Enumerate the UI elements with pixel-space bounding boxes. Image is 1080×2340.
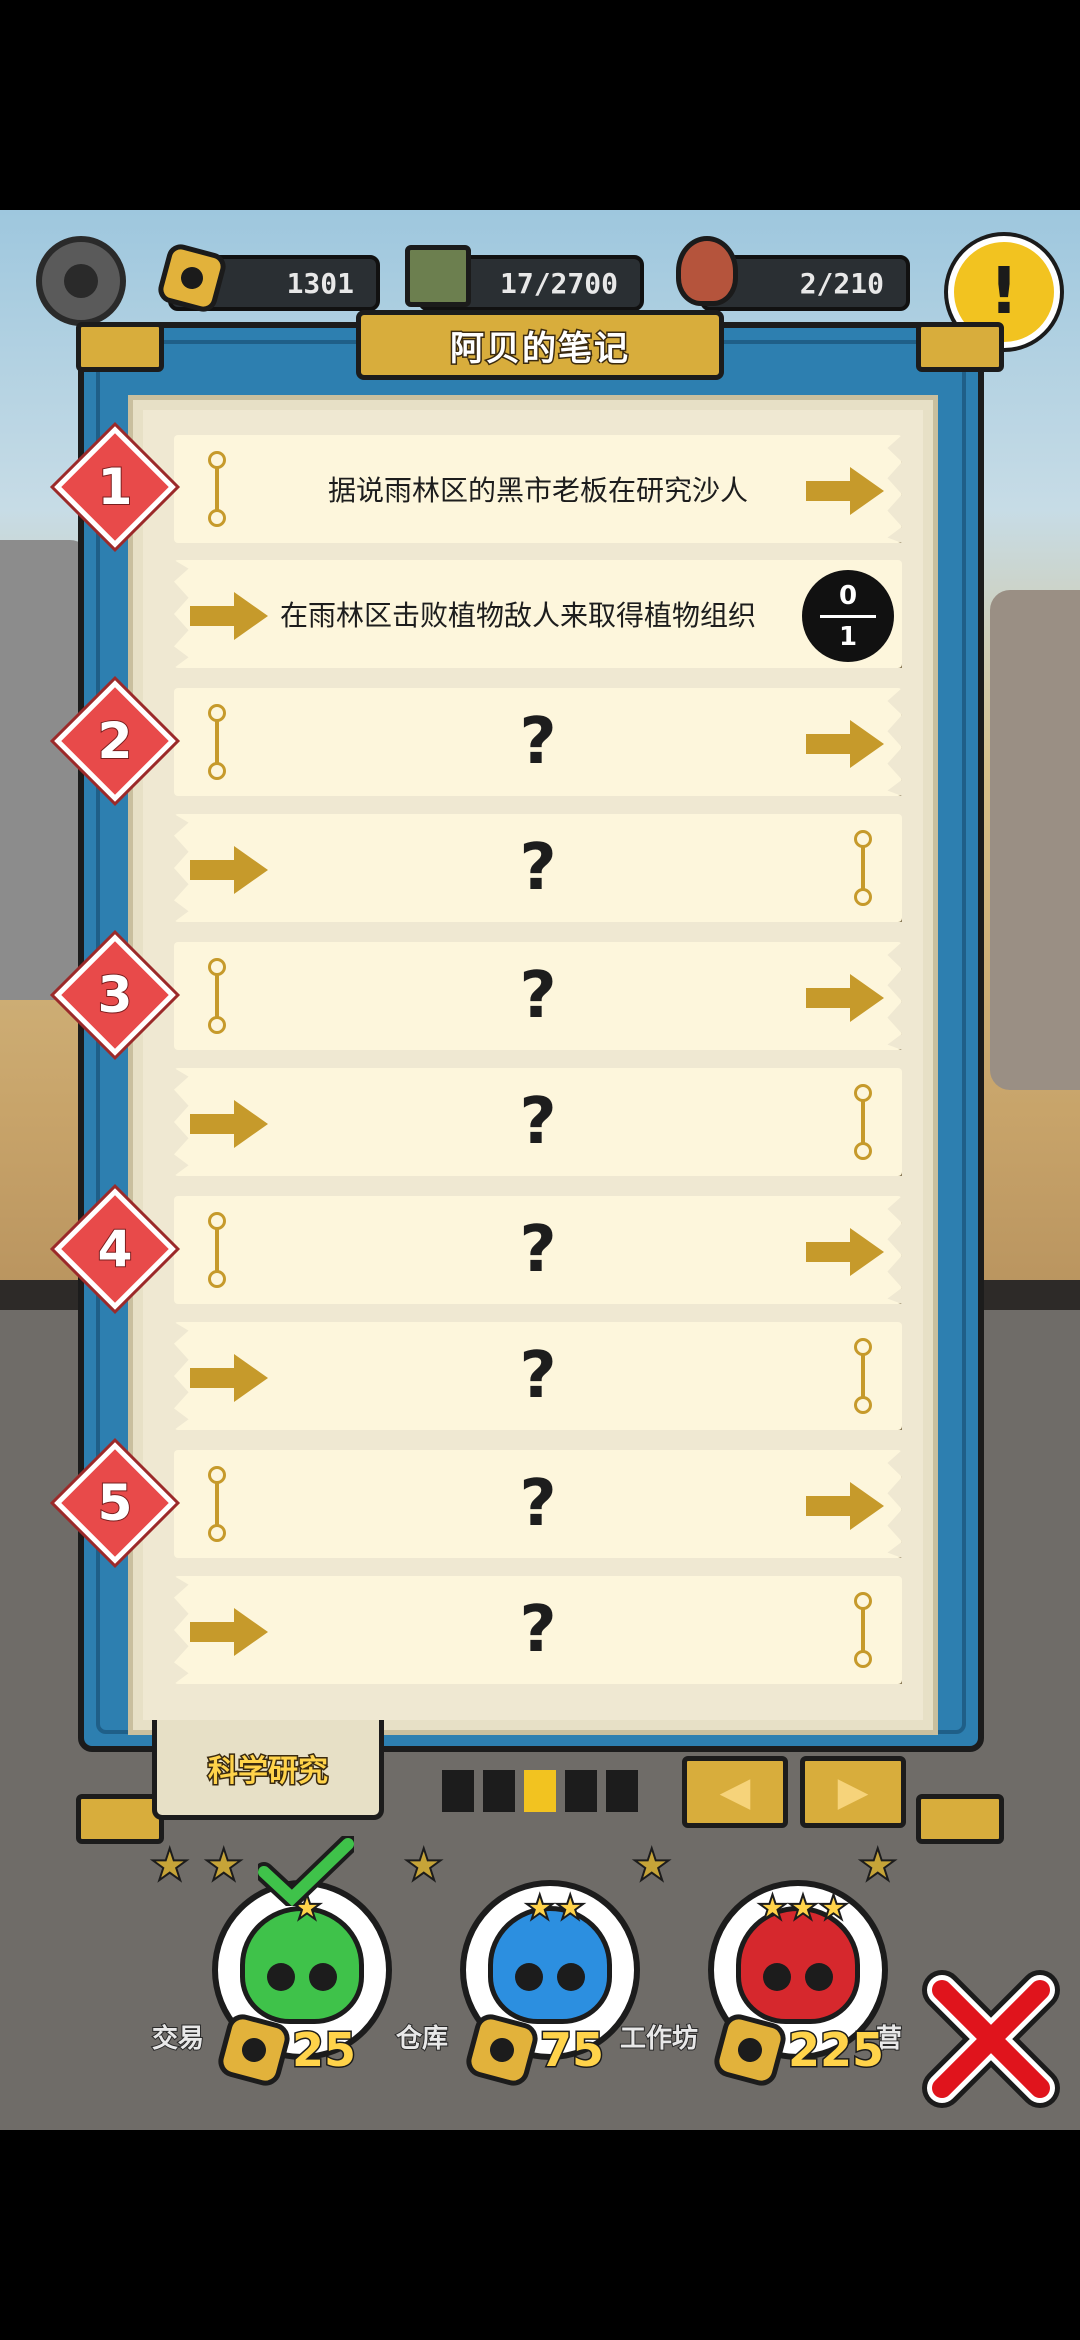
close-button[interactable] — [922, 1970, 1060, 2108]
note-row-2[interactable]: 在雨林区击败植物敌人来取得植物组织 — [174, 560, 902, 668]
arrow-right-icon — [190, 1608, 268, 1656]
note-row-7[interactable]: ? — [174, 1196, 902, 1304]
pin-connector-icon — [208, 958, 226, 1034]
frame-corner — [916, 322, 1004, 372]
supplies-value: 17/2700 — [499, 266, 618, 300]
difficulty-stars: ★★ — [524, 1887, 587, 1929]
building-label-warehouse: 仓库 — [395, 2023, 449, 2055]
chapter-badge-1: 1 — [54, 426, 176, 548]
note-row-10[interactable]: ? — [174, 1576, 902, 1684]
task-progress-badge: 0 1 — [802, 570, 894, 662]
bolt-icon — [710, 2010, 790, 2090]
locked-note-question: ? — [519, 959, 557, 1033]
pin-connector-icon — [208, 1212, 226, 1288]
page-indicator — [442, 1770, 638, 1812]
completed-check-icon — [258, 1836, 354, 1906]
page-dot — [606, 1770, 638, 1812]
background-character-right — [990, 590, 1080, 1090]
frame-corner — [916, 1794, 1004, 1844]
cost-value: 75 — [538, 2022, 605, 2079]
cost-value: 25 — [290, 2022, 357, 2079]
note-text: 据说雨林区的黑市老板在研究沙人 — [327, 474, 748, 507]
arrow-right-icon — [190, 846, 268, 894]
locked-note-question: ? — [519, 1593, 557, 1667]
star-icon: ★ — [403, 1839, 444, 1892]
settings-gear-icon[interactable] — [36, 236, 126, 326]
difficulty-stars: ★★★ — [756, 1887, 849, 1929]
arrow-right-icon — [806, 974, 884, 1022]
note-row-9[interactable]: ? — [174, 1450, 902, 1558]
arrow-right-icon — [190, 592, 268, 640]
frame-corner — [76, 322, 164, 372]
pin-connector-icon — [208, 704, 226, 780]
pin-connector-icon — [854, 830, 872, 906]
locked-note-question: ? — [519, 1467, 557, 1541]
pin-connector-icon — [208, 1466, 226, 1542]
note-row-6[interactable]: ? — [174, 1068, 902, 1176]
exclamation-icon: ! — [989, 255, 1019, 329]
arrow-right-icon — [806, 1228, 884, 1276]
building-label-trade: 交易 — [151, 2023, 205, 2055]
page-dot — [565, 1770, 597, 1812]
cost-easy: 25 — [214, 2010, 358, 2090]
page-dot — [442, 1770, 474, 1812]
cost-hard: 225 — [710, 2010, 886, 2090]
note-row-1[interactable]: 据说雨林区的黑市老板在研究沙人 — [174, 435, 902, 543]
supply-crate-icon — [405, 245, 471, 307]
pin-connector-icon — [854, 1084, 872, 1160]
notebook-title: 阿贝的笔记 — [449, 327, 630, 370]
bolt-icon — [462, 2010, 542, 2090]
locked-note-question: ? — [519, 705, 557, 779]
notebook-title-plate: 阿贝的笔记 — [356, 310, 724, 380]
food-value: 2/210 — [799, 266, 884, 300]
arrow-right-icon — [806, 720, 884, 768]
note-row-4[interactable]: ? — [174, 814, 902, 922]
tab-science-research[interactable]: 科学研究 — [152, 1720, 384, 1820]
pin-connector-icon — [208, 451, 226, 527]
cost-value: 225 — [786, 2022, 885, 2079]
progress-current: 0 — [838, 580, 858, 611]
bolts-value: 1301 — [286, 266, 354, 300]
arrow-right-icon — [190, 1354, 268, 1402]
arrow-right-icon — [806, 467, 884, 515]
note-row-3[interactable]: ? — [174, 688, 902, 796]
arrow-right-icon — [190, 1100, 268, 1148]
star-icon: ★ — [149, 1839, 190, 1892]
triangle-left-icon: ◀ — [719, 1769, 751, 1815]
frame-corner — [76, 1794, 164, 1844]
pin-connector-icon — [854, 1338, 872, 1414]
cost-normal: 75 — [462, 2010, 606, 2090]
note-text: 在雨林区击败植物敌人来取得植物组织 — [279, 599, 756, 632]
tab-label: 科学研究 — [207, 1752, 330, 1790]
locked-note-question: ? — [519, 1213, 557, 1287]
arrow-right-icon — [806, 1482, 884, 1530]
locked-note-question: ? — [519, 1339, 557, 1413]
pin-connector-icon — [854, 1592, 872, 1668]
next-page-button[interactable]: ▶ — [800, 1756, 906, 1828]
triangle-right-icon: ▶ — [837, 1769, 869, 1815]
note-row-8[interactable]: ? — [174, 1322, 902, 1430]
bolt-icon — [214, 2010, 294, 2090]
meat-icon — [676, 236, 738, 306]
prev-page-button[interactable]: ◀ — [682, 1756, 788, 1828]
chapter-badge-3: 3 — [54, 934, 176, 1056]
page-dot-current — [524, 1770, 556, 1812]
progress-total: 1 — [838, 621, 858, 652]
locked-note-question: ? — [519, 1085, 557, 1159]
note-row-5[interactable]: ? — [174, 942, 902, 1050]
chapter-badge-2: 2 — [54, 680, 176, 802]
page-dot — [483, 1770, 515, 1812]
chapter-badge-5: 5 — [54, 1442, 176, 1564]
locked-note-question: ? — [519, 831, 557, 905]
chapter-badge-4: 4 — [54, 1188, 176, 1310]
